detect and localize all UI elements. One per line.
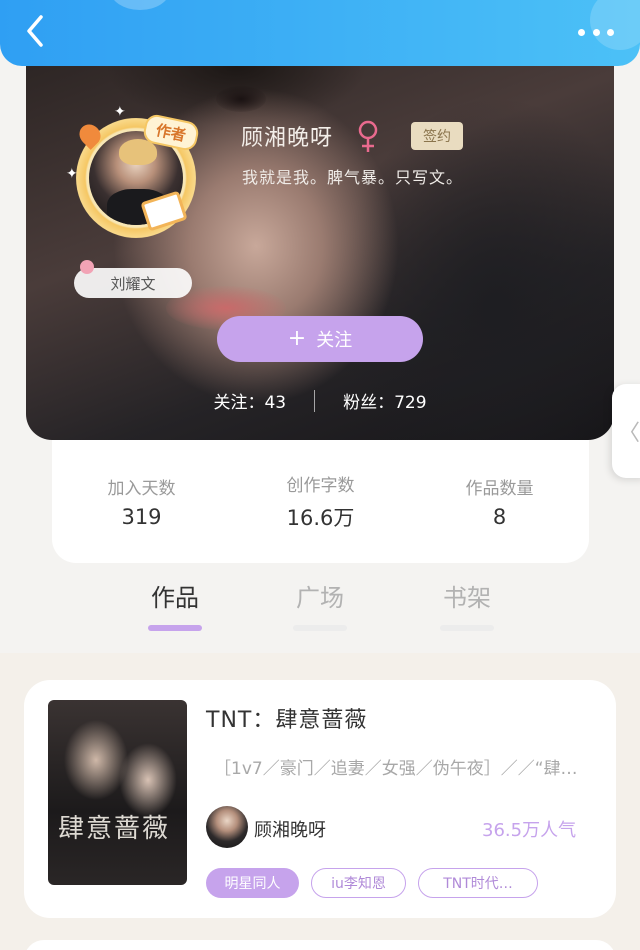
work-card[interactable] (24, 940, 616, 950)
side-drawer-handle[interactable]: 〈 (612, 384, 640, 478)
author-avatar[interactable] (206, 806, 248, 848)
follow-label: 关注 (316, 330, 353, 351)
tab-works[interactable]: 作品 (135, 578, 215, 631)
tab-indicator (293, 625, 347, 631)
work-summary: ［1v7／豪门／追妻／女强／伪午夜］／／“肆意蔷薇 (214, 759, 594, 779)
contract-badge: 签约 (411, 122, 463, 150)
tag-chip[interactable]: iu李知恩 (311, 868, 406, 898)
metric-word-count: 创作字数 16.6万 (251, 471, 391, 532)
following-count[interactable]: 关注：43 (213, 388, 286, 413)
plus-icon: + (287, 326, 307, 351)
metric-label: 加入天数 (107, 479, 176, 499)
tab-indicator (148, 625, 202, 631)
chevron-left-icon: 〈 (617, 421, 640, 446)
tag-chip[interactable]: 明星同人 (206, 868, 299, 898)
profile-banner: ✦ ✦ 作者 刘耀文 顾湘晚呀 签约 我就是我。脾气暴。只写文。 + 关注 关注… (26, 46, 614, 440)
popularity-count: 36.5万人气 (482, 820, 577, 841)
author-name: 顾湘晚呀 (241, 126, 334, 151)
metric-label: 创作字数 (286, 476, 355, 496)
follow-stats: 关注：43 粉丝：729 (26, 388, 614, 413)
metric-works-count: 作品数量 8 (430, 474, 570, 529)
tab-indicator (440, 625, 494, 631)
author-bio: 我就是我。脾气暴。只写文。 (242, 168, 464, 187)
author-metrics: 加入天数 319 创作字数 16.6万 作品数量 8 (52, 430, 589, 563)
metric-label: 作品数量 (465, 479, 534, 499)
tag-chip[interactable]: TNT时代… (418, 868, 538, 898)
work-title[interactable]: TNT：肆意蔷薇 (206, 702, 367, 734)
back-button[interactable] (18, 12, 52, 50)
tab-label: 书架 (443, 584, 491, 612)
book-cover[interactable]: 肆意蔷薇 (48, 700, 187, 885)
more-dots-icon (578, 28, 585, 36)
top-bar (0, 0, 640, 66)
tab-bookshelf[interactable]: 书架 (427, 578, 507, 631)
cover-title: 肆意蔷薇 (58, 814, 171, 844)
sparkle-icon: ✦ (66, 166, 78, 182)
avatar-name-chip: 刘耀文 (74, 260, 192, 298)
header-decoration (110, 0, 170, 10)
profile-tabs: 作品 广场 书架 (0, 578, 640, 648)
sparkle-icon: ✦ (114, 104, 126, 120)
tab-square[interactable]: 广场 (280, 578, 360, 631)
followers-count[interactable]: 粉丝：729 (343, 388, 426, 413)
tab-label: 广场 (296, 584, 344, 612)
female-icon (358, 120, 378, 152)
tab-label: 作品 (151, 584, 199, 612)
work-card[interactable]: 肆意蔷薇 TNT：肆意蔷薇 ［1v7／豪门／追妻／女强／伪午夜］／／“肆意蔷薇 … (24, 680, 616, 918)
more-button[interactable] (578, 20, 614, 44)
divider (314, 389, 316, 412)
metric-join-days: 加入天数 319 (72, 474, 212, 529)
metric-value: 16.6万 (286, 506, 355, 530)
metric-value: 319 (121, 505, 162, 529)
chevron-left-icon (27, 15, 43, 47)
follow-button[interactable]: + 关注 (217, 316, 423, 362)
metric-value: 8 (492, 505, 507, 529)
work-author-name[interactable]: 顾湘晚呀 (254, 816, 326, 842)
